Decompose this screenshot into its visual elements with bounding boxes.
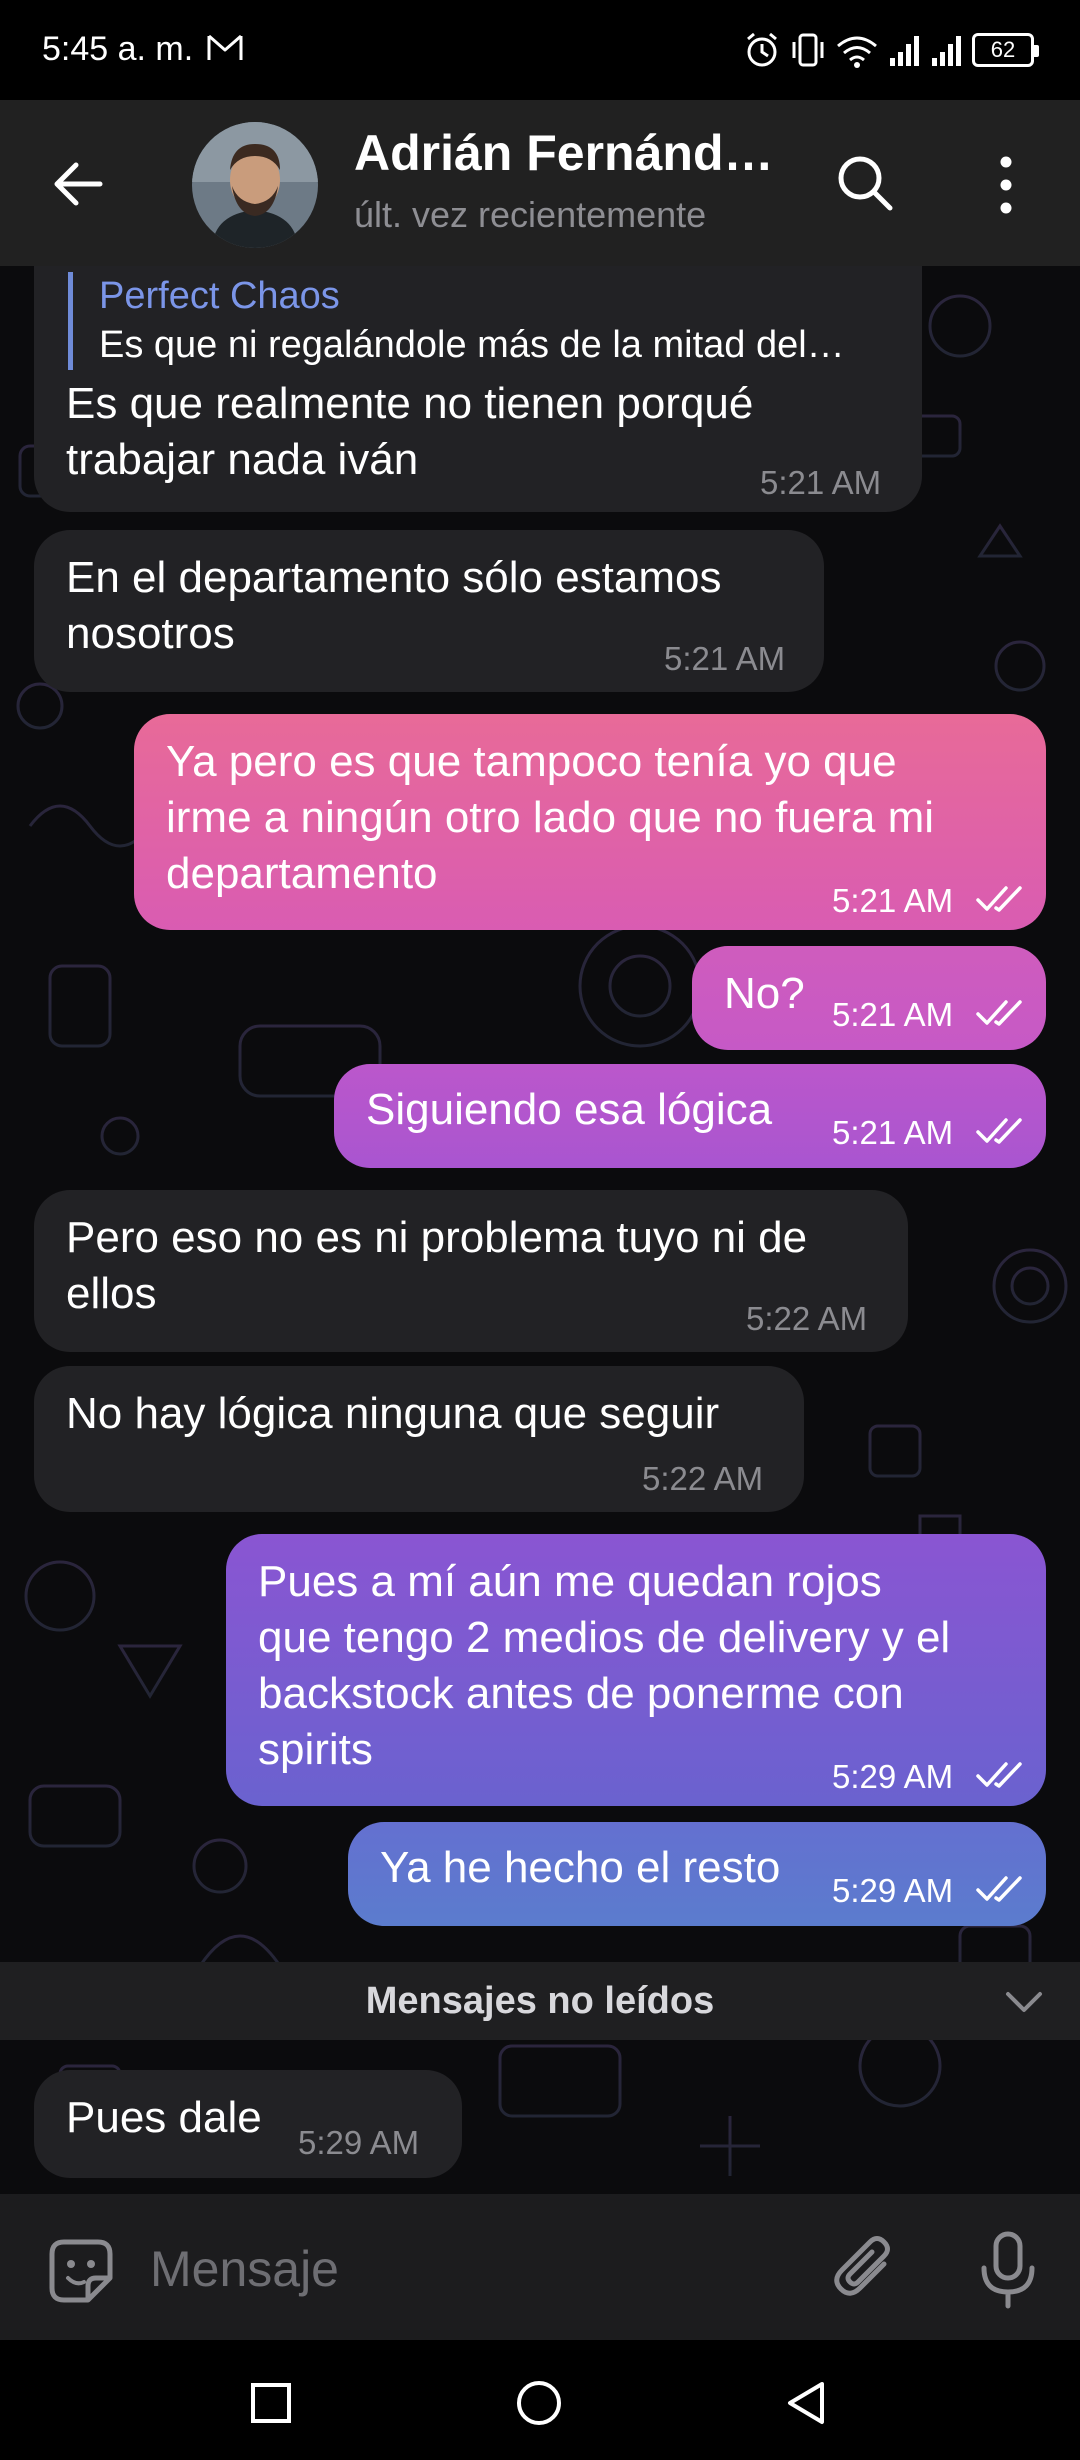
wifi-icon bbox=[837, 36, 877, 68]
recent-apps-icon[interactable] bbox=[246, 2378, 296, 2428]
message-text: trabajar nada iván bbox=[66, 435, 419, 484]
message-incoming[interactable]: En el departamento sólo estamos nosotros… bbox=[34, 530, 824, 692]
message-text: Ya pero es que tampoco tenía yo que bbox=[166, 737, 897, 786]
message-text: que tengo 2 medios de delivery y el bbox=[258, 1613, 951, 1662]
unread-messages-label: Mensajes no leídos bbox=[365, 1980, 715, 2022]
chevron-down-icon[interactable] bbox=[1004, 1986, 1044, 2016]
message-time: 5:21 AM bbox=[664, 640, 786, 677]
back-triangle-icon[interactable] bbox=[782, 2378, 832, 2428]
double-check-icon bbox=[976, 1876, 1022, 1902]
message-time: 5:29 AM bbox=[832, 1872, 954, 1909]
alarm-icon bbox=[747, 32, 777, 67]
double-check-icon bbox=[976, 1762, 1022, 1788]
message-time: 5:22 AM bbox=[746, 1300, 868, 1337]
attach-paperclip-icon[interactable] bbox=[826, 2232, 902, 2308]
message-text: Ya he hecho el resto bbox=[380, 1843, 781, 1892]
battery-icon: 62 bbox=[972, 33, 1039, 67]
message-text: Pues dale bbox=[66, 2093, 262, 2142]
system-navigation-bar bbox=[0, 2340, 1080, 2460]
more-menu-icon[interactable] bbox=[986, 152, 1026, 218]
message-time: 5:22 AM bbox=[642, 1460, 764, 1497]
message-text: departamento bbox=[166, 849, 438, 898]
status-time: 5:45 a. m. bbox=[42, 30, 194, 68]
message-time: 5:21 AM bbox=[832, 882, 954, 919]
contact-last-seen: últ. vez recientemente bbox=[354, 194, 707, 235]
message-text: irme a ningún otro lado que no fuera mi bbox=[166, 793, 935, 842]
message-input[interactable] bbox=[150, 2232, 790, 2306]
message-outgoing[interactable]: Pues a mí aún me quedan rojos que tengo … bbox=[226, 1534, 1046, 1806]
message-text: ellos bbox=[66, 1269, 157, 1318]
message-incoming[interactable]: Pues dale 5:29 AM bbox=[34, 2070, 462, 2178]
message-time: 5:29 AM bbox=[298, 2124, 420, 2161]
message-time: 5:21 AM bbox=[760, 464, 882, 501]
status-bar: 5:45 a. m. 62 bbox=[0, 0, 1080, 100]
message-time: 5:29 AM bbox=[832, 1758, 954, 1795]
home-icon[interactable] bbox=[514, 2378, 564, 2428]
double-check-icon bbox=[976, 886, 1022, 912]
message-outgoing[interactable]: Ya pero es que tampoco tenía yo que irme… bbox=[134, 714, 1046, 930]
message-text: nosotros bbox=[66, 609, 235, 658]
double-check-icon bbox=[976, 1118, 1022, 1144]
message-incoming[interactable]: No hay lógica ninguna que seguir 5:22 AM bbox=[34, 1366, 804, 1512]
search-icon[interactable] bbox=[832, 150, 898, 216]
message-list[interactable]: Perfect Chaos Es que ni regalándole más … bbox=[0, 266, 1080, 2194]
message-text: No hay lógica ninguna que seguir bbox=[66, 1389, 720, 1438]
reply-text: Es que ni regalándole más de la mitad de… bbox=[99, 324, 845, 366]
double-check-icon bbox=[976, 1000, 1022, 1026]
message-text: En el departamento sólo estamos bbox=[66, 553, 722, 602]
message-text: Siguiendo esa lógica bbox=[366, 1085, 773, 1134]
status-icons: 62 bbox=[742, 28, 1039, 72]
message-text: Es que realmente no tienen porqué bbox=[66, 379, 754, 428]
message-outgoing[interactable]: No? 5:21 AM bbox=[692, 946, 1046, 1050]
gmail-icon bbox=[207, 34, 243, 60]
vibrate-icon bbox=[792, 33, 824, 67]
message-text: Pero eso no es ni problema tuyo ni de bbox=[66, 1213, 808, 1262]
message-outgoing[interactable]: Siguiendo esa lógica 5:21 AM bbox=[334, 1064, 1046, 1168]
reply-preview[interactable]: Perfect Chaos Es que ni regalándole más … bbox=[68, 272, 928, 370]
sticker-emoji-icon[interactable] bbox=[44, 2234, 118, 2308]
chat-header: Adrián Fernánd… últ. vez recientemente bbox=[0, 100, 1080, 266]
message-text: backstock antes de ponerme con bbox=[258, 1669, 904, 1718]
message-text: No? bbox=[724, 969, 805, 1018]
unread-messages-divider: Mensajes no leídos bbox=[0, 1962, 1080, 2040]
message-time: 5:21 AM bbox=[832, 996, 954, 1033]
signal-icon-2 bbox=[932, 36, 961, 66]
contact-name[interactable]: Adrián Fernánd… bbox=[354, 124, 774, 182]
message-incoming[interactable]: Pero eso no es ni problema tuyo ni de el… bbox=[34, 1190, 908, 1352]
back-arrow-icon[interactable] bbox=[50, 156, 106, 212]
avatar[interactable] bbox=[192, 122, 318, 248]
microphone-icon[interactable] bbox=[976, 2228, 1040, 2312]
message-time: 5:21 AM bbox=[832, 1114, 954, 1151]
message-outgoing[interactable]: Ya he hecho el resto 5:29 AM bbox=[348, 1822, 1046, 1926]
composer bbox=[0, 2194, 1080, 2340]
battery-level: 62 bbox=[990, 37, 1016, 62]
reply-author: Perfect Chaos bbox=[99, 275, 340, 317]
signal-icon-1 bbox=[890, 36, 919, 66]
message-text: Pues a mí aún me quedan rojos bbox=[258, 1557, 882, 1606]
message-incoming[interactable]: Perfect Chaos Es que ni regalándole más … bbox=[34, 266, 922, 512]
